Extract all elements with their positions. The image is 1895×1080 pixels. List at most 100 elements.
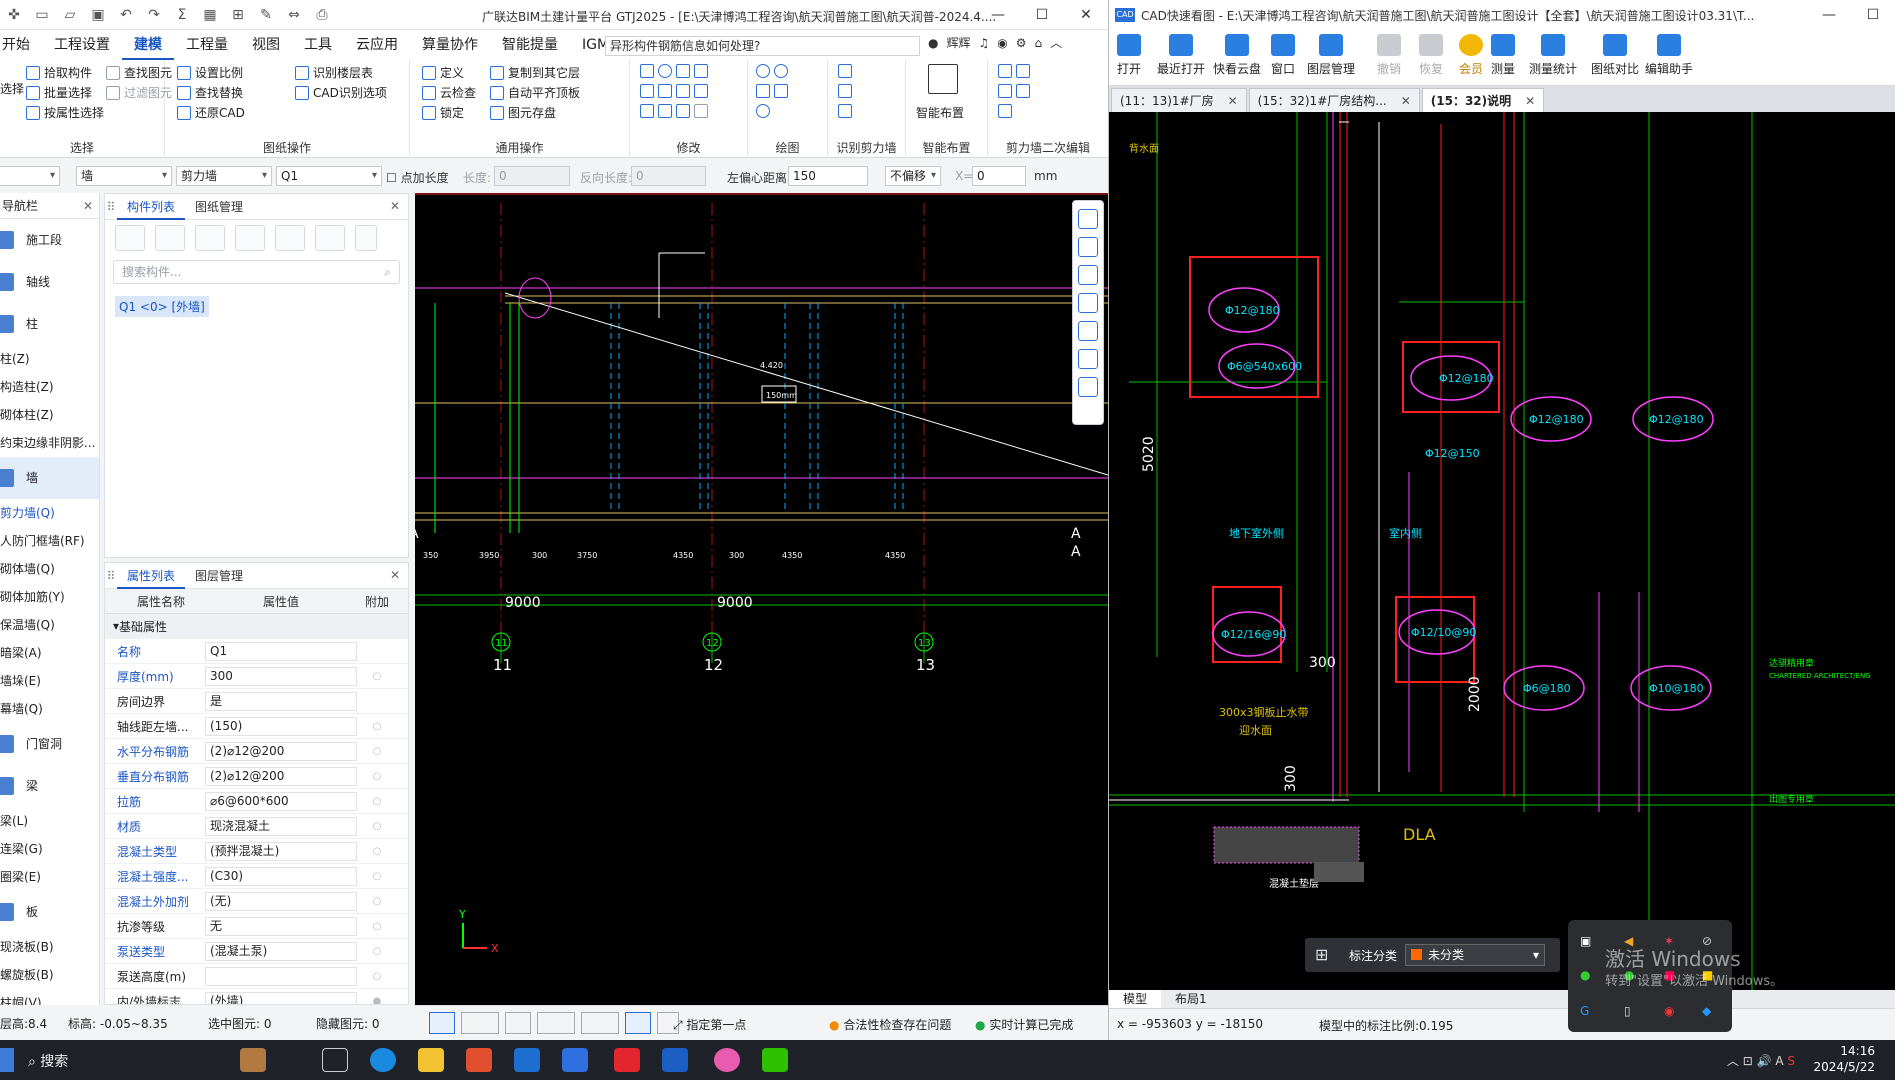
calc-status[interactable]: ● 实时计算已完成 bbox=[975, 1016, 1073, 1033]
component-close-icon[interactable]: ✕ bbox=[390, 199, 400, 213]
property-value[interactable]: (预拌混凝土) bbox=[205, 841, 357, 861]
usb-icon[interactable]: ▯ bbox=[1624, 1004, 1631, 1018]
property-row[interactable]: 水平分布钢筋 (2)⌀12@200 ○ bbox=[105, 739, 408, 764]
nav-item-13[interactable]: 暗梁(A) bbox=[0, 639, 99, 667]
grid-icon[interactable]: ⊞ bbox=[1315, 945, 1328, 964]
smart-layout-icon[interactable] bbox=[928, 64, 958, 94]
x-input[interactable]: 0 bbox=[972, 166, 1026, 186]
property-attach-checkbox[interactable]: ○ bbox=[357, 921, 397, 932]
polar-icon[interactable] bbox=[537, 1012, 575, 1034]
grid-icon[interactable]: ⊞ bbox=[224, 0, 252, 30]
property-value[interactable]: 300 bbox=[205, 666, 357, 686]
nav-item-20[interactable]: 圈梁(E) bbox=[0, 863, 99, 891]
tray-app-icon[interactable]: ▣ bbox=[1580, 934, 1591, 948]
tab-property-list[interactable]: 属性列表 bbox=[117, 563, 186, 589]
nav-item-24[interactable]: 柱帽(V) bbox=[0, 989, 99, 1005]
help-search-input[interactable]: 异形构件钢筋信息如何处理? bbox=[605, 36, 920, 56]
batch-select-button[interactable]: 批量选择 bbox=[26, 84, 92, 101]
property-value[interactable]: 无 bbox=[205, 916, 357, 936]
copy-component-icon[interactable] bbox=[155, 225, 185, 251]
new-component-icon[interactable] bbox=[115, 225, 145, 251]
delete-icon[interactable] bbox=[640, 64, 708, 78]
property-attach-checkbox[interactable]: ○ bbox=[357, 871, 397, 882]
property-row[interactable]: 混凝土强度... (C30) ○ bbox=[105, 864, 408, 889]
property-value[interactable]: 现浇混凝土 bbox=[205, 816, 357, 836]
property-value[interactable]: ⌀6@600*600 bbox=[205, 791, 357, 811]
tab-layer-manage[interactable]: 图层管理 bbox=[185, 563, 253, 589]
property-attach-checkbox[interactable]: ○ bbox=[357, 671, 397, 682]
property-row[interactable]: 垂直分布钢筋 (2)⌀12@200 ○ bbox=[105, 764, 408, 789]
edit-icon[interactable]: ✎ bbox=[252, 0, 280, 30]
tab-close-icon[interactable]: ✕ bbox=[1401, 94, 1411, 108]
set-scale-button[interactable]: 设置比例 bbox=[177, 64, 243, 81]
chat-icon[interactable]: ◉ bbox=[997, 36, 1007, 50]
cad-tool-9[interactable]: 测量统计 bbox=[1529, 34, 1577, 77]
nav-item-21[interactable]: 板 bbox=[0, 891, 99, 933]
property-value[interactable]: 是 bbox=[205, 691, 357, 711]
ortho-icon[interactable] bbox=[429, 1012, 455, 1034]
property-attach-checkbox[interactable]: ○ bbox=[357, 971, 397, 982]
layer-view-icon[interactable] bbox=[1078, 293, 1098, 313]
settings-icon[interactable]: ⚙ bbox=[1016, 36, 1027, 50]
property-row[interactable]: 名称 Q1 bbox=[105, 639, 408, 664]
copy-to-layer-button[interactable]: 复制到其它层 bbox=[490, 64, 580, 81]
cad-tool-10[interactable]: 图纸对比 bbox=[1591, 34, 1639, 77]
taskbar-search[interactable]: ⌕ 搜索 bbox=[28, 1051, 68, 1071]
cad-viewer-canvas[interactable]: Φ12@180 Φ6@540x600 Φ12@180 Φ12@150 Φ12@1… bbox=[1109, 112, 1895, 990]
undo-icon[interactable]: ↶ bbox=[112, 0, 140, 30]
nav-item-2[interactable]: 柱 bbox=[0, 303, 99, 345]
copy-icon[interactable] bbox=[640, 84, 708, 98]
cad-viewer-taskbar-icon[interactable] bbox=[662, 1048, 688, 1072]
property-value[interactable] bbox=[205, 966, 357, 986]
nav-item-6[interactable]: 约束边缘非阴影... bbox=[0, 429, 99, 457]
cad-doc-tab[interactable]: (15：32)1#厂房结构... ✕ bbox=[1248, 88, 1420, 112]
property-row[interactable]: 拉筋 ⌀6@600*600 ○ bbox=[105, 789, 408, 814]
property-row[interactable]: 内/外墙标志 (外墙) ● bbox=[105, 989, 408, 1005]
wall-split-icon[interactable] bbox=[998, 104, 1012, 118]
sum-icon[interactable]: Σ bbox=[168, 0, 196, 30]
cad-tool-4[interactable]: 图层管理 bbox=[1307, 34, 1355, 77]
home-icon[interactable]: ⌂ bbox=[1035, 36, 1043, 50]
delete-component-icon[interactable] bbox=[195, 225, 225, 251]
property-row[interactable]: 材质 现浇混凝土 ○ bbox=[105, 814, 408, 839]
menu-project-settings[interactable]: 工程设置 bbox=[42, 30, 122, 60]
property-row[interactable]: 混凝土外加剂 (无) ○ bbox=[105, 889, 408, 914]
nav-item-1[interactable]: 轴线 bbox=[0, 261, 99, 303]
property-attach-checkbox[interactable]: ○ bbox=[357, 896, 397, 907]
print-icon[interactable]: ⎙ bbox=[308, 0, 336, 30]
property-row[interactable]: 泵送类型 (混凝土泵) ○ bbox=[105, 939, 408, 964]
tab-model[interactable]: 模型 bbox=[1109, 990, 1162, 1008]
nav-item-18[interactable]: 梁(L) bbox=[0, 807, 99, 835]
export-icon[interactable]: ⇔ bbox=[280, 0, 308, 30]
cad-tool-11[interactable]: 编辑助手 bbox=[1645, 34, 1693, 77]
nav-item-10[interactable]: 砌体墙(Q) bbox=[0, 555, 99, 583]
property-row[interactable]: 房间边界 是 bbox=[105, 689, 408, 714]
smart-layout-button[interactable]: 智能布置 bbox=[916, 104, 964, 121]
property-attach-checkbox[interactable]: ○ bbox=[357, 721, 397, 732]
extract-component-icon[interactable] bbox=[315, 225, 345, 251]
nav-item-22[interactable]: 现浇板(B) bbox=[0, 933, 99, 961]
nav-item-3[interactable]: 柱(Z) bbox=[0, 345, 99, 373]
drag-handle-icon[interactable]: ⠿ bbox=[105, 200, 117, 214]
cloud-check-button[interactable]: 云检查 bbox=[422, 84, 476, 101]
redo-icon[interactable]: ↷ bbox=[140, 0, 168, 30]
cad-tool-8[interactable]: 测量 bbox=[1491, 34, 1515, 77]
identify-floor-table-button[interactable]: 识别楼层表 bbox=[295, 64, 373, 81]
more-icon[interactable] bbox=[355, 225, 377, 251]
property-attach-checkbox[interactable]: ● bbox=[357, 996, 397, 1005]
find-element-button[interactable]: 查找图元 bbox=[106, 64, 172, 81]
wall-edit-icon[interactable] bbox=[998, 64, 1030, 78]
cad-options-button[interactable]: CAD识别选项 bbox=[295, 84, 387, 101]
nav-item-5[interactable]: 砌体柱(Z) bbox=[0, 401, 99, 429]
wall-merge-icon[interactable] bbox=[998, 84, 1030, 98]
property-row[interactable]: 抗渗等级 无 ○ bbox=[105, 914, 408, 939]
task-view-icon[interactable] bbox=[322, 1048, 348, 1072]
cad-tool-7[interactable]: 会员 bbox=[1459, 34, 1483, 77]
cad-doc-tab[interactable]: (11：13)1#厂房 ✕ bbox=[1111, 88, 1247, 112]
annotation-select[interactable]: 未分类 bbox=[1405, 944, 1545, 966]
line-icon[interactable] bbox=[756, 84, 788, 98]
nav-item-23[interactable]: 螺旋板(B) bbox=[0, 961, 99, 989]
reverse-length-input[interactable]: 0 bbox=[631, 166, 706, 186]
identify-wall-icon[interactable] bbox=[838, 64, 852, 78]
nav-item-12[interactable]: 保温墙(Q) bbox=[0, 611, 99, 639]
